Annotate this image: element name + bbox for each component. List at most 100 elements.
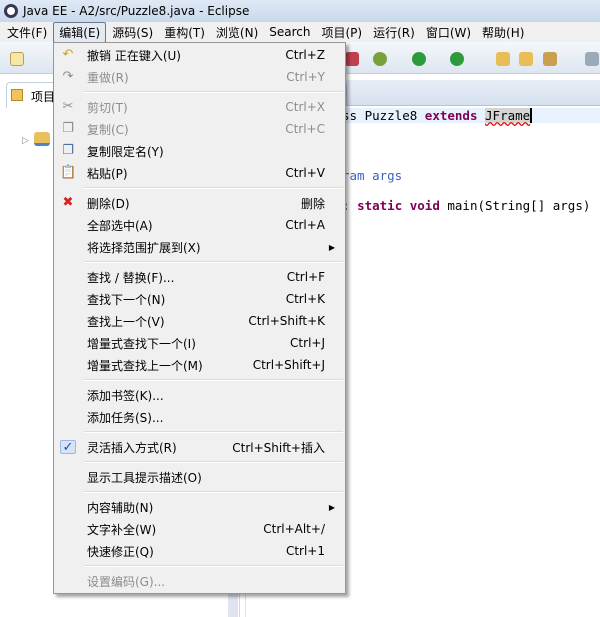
code-token: extends xyxy=(424,108,478,123)
menu-item[interactable]: 查找上一个(V) Ctrl+Shift+K xyxy=(54,310,345,332)
menu-item-shortcut: Ctrl+V xyxy=(285,166,325,180)
menu-item-label: 增量式查找下一个(I) xyxy=(87,336,196,351)
menu-item-shortcut: Ctrl+Shift+K xyxy=(248,314,325,328)
menu-item[interactable]: 📋 粘贴(P) Ctrl+V xyxy=(54,162,345,184)
menu-item[interactable]: ↷ 重做(R) Ctrl+Y xyxy=(54,66,345,88)
redo-icon: ↷ xyxy=(62,69,74,84)
menu-item-label: 快速修正(Q) xyxy=(87,544,154,559)
run-icon[interactable] xyxy=(412,52,426,66)
menu-item[interactable]: ❐ 复制(C) Ctrl+C xyxy=(54,118,345,140)
menu-3[interactable]: 重构(T) xyxy=(159,23,210,42)
code-token: ss Puzzle8 xyxy=(342,108,425,123)
menu-item[interactable]: 查找下一个(N) Ctrl+K xyxy=(54,288,345,310)
undo-icon: ↶ xyxy=(62,47,74,62)
menu-item[interactable]: ✓ 灵活插入方式(R) Ctrl+Shift+插入 xyxy=(54,436,345,458)
menu-item[interactable]: 内容辅助(N) ▶ xyxy=(54,496,345,518)
eclipse-logo-icon xyxy=(4,4,18,18)
menu-item-label: 查找 / 替换(F)... xyxy=(87,270,175,285)
menu-item[interactable]: 添加任务(S)... xyxy=(54,406,345,428)
search-tool-icon[interactable] xyxy=(543,52,557,66)
delete-icon: ✖ xyxy=(62,195,74,210)
menu-item-shortcut: Ctrl+Z xyxy=(285,48,325,62)
menu-item-shortcut: 删除 xyxy=(300,196,325,211)
toolbar-icon[interactable] xyxy=(345,52,359,66)
menu-separator xyxy=(54,428,345,436)
menu-separator xyxy=(54,184,345,192)
submenu-arrow-icon: ▶ xyxy=(328,502,335,512)
menu-item-shortcut: Ctrl+X xyxy=(285,100,325,114)
menu-2[interactable]: 源码(S) xyxy=(107,23,158,42)
menu-item-shortcut: Ctrl+Y xyxy=(286,70,325,84)
menu-bar: 文件(F) 编辑(E) 源码(S) 重构(T) 浏览(N) Search 项目(P) 运行(R… xyxy=(0,21,600,43)
menu-item[interactable]: ❐ 复制限定名(Y) xyxy=(54,140,345,162)
menu-item[interactable]: 将选择范围扩展到(X) ▶ xyxy=(54,236,345,258)
new-icon[interactable] xyxy=(10,52,24,66)
menu-6[interactable]: 项目(P) xyxy=(317,23,368,42)
menu-item-label: 内容辅助(N) xyxy=(87,500,154,515)
edit-menu-dropdown: ↶ 撤销 正在键入(U) Ctrl+Z ↷ 重做(R) Ctrl+Y ✂ 剪切(T) Ctrl+… xyxy=(53,42,346,594)
menu-item[interactable]: 全部选中(A) Ctrl+A xyxy=(54,214,345,236)
menu-item[interactable]: 增量式查找下一个(I) Ctrl+J xyxy=(54,332,345,354)
menu-item-shortcut: Ctrl+J xyxy=(290,336,325,350)
code-token: static void xyxy=(357,198,440,213)
copy-icon: ❐ xyxy=(62,121,74,136)
expand-arrow-icon[interactable]: ▷ xyxy=(22,136,29,146)
menu-item[interactable]: ↶ 撤销 正在键入(U) Ctrl+Z xyxy=(54,44,345,66)
menu-item-label: 全部选中(A) xyxy=(87,218,153,233)
menu-item-label: 设置编码(G)... xyxy=(87,574,166,589)
menu-8[interactable]: 窗口(W) xyxy=(421,23,476,42)
menu-separator xyxy=(54,488,345,496)
folder-icon xyxy=(11,89,23,101)
checkmark-icon: ✓ xyxy=(60,440,76,455)
menu-item[interactable]: ✖ 删除(D) 删除 xyxy=(54,192,345,214)
menu-item[interactable]: 增量式查找上一个(M) Ctrl+Shift+J xyxy=(54,354,345,376)
menu-item[interactable]: 设置编码(G)... xyxy=(54,570,345,592)
menu-item[interactable]: 显示工具提示描述(O) xyxy=(54,466,345,488)
menu-item-shortcut: Ctrl+Alt+/ xyxy=(263,522,325,536)
menu-separator xyxy=(54,88,345,96)
menu-separator xyxy=(54,258,345,266)
menu-1[interactable]: 编辑(E) xyxy=(53,21,107,43)
open-task-icon[interactable] xyxy=(519,52,533,66)
tab-label: 项目 xyxy=(31,90,56,104)
run-external-icon[interactable] xyxy=(450,52,464,66)
menu-item-shortcut: Ctrl+C xyxy=(285,122,325,136)
code-token: main(String[] args) xyxy=(439,198,591,213)
menu-item-label: 删除(D) xyxy=(87,196,130,211)
menu-separator xyxy=(54,458,345,466)
menu-item-label: 撤销 正在键入(U) xyxy=(87,48,181,63)
menu-separator xyxy=(54,562,345,570)
debug-icon[interactable] xyxy=(373,52,387,66)
menu-item-shortcut: Ctrl+K xyxy=(285,292,325,306)
menu-item[interactable]: 查找 / 替换(F)... Ctrl+F xyxy=(54,266,345,288)
menu-item[interactable]: 文字补全(W) Ctrl+Alt+/ xyxy=(54,518,345,540)
menu-item[interactable]: 添加书签(K)... xyxy=(54,384,345,406)
menu-item-label: 粘贴(P) xyxy=(87,166,128,181)
menu-7[interactable]: 运行(R) xyxy=(368,23,420,42)
code-line: ram args xyxy=(342,168,402,183)
menu-4[interactable]: 浏览(N) xyxy=(211,23,263,42)
code-line: : static void main(String[] args) xyxy=(342,198,590,213)
open-type-icon[interactable] xyxy=(496,52,510,66)
menu-item-label: 复制限定名(Y) xyxy=(87,144,164,159)
menu-item-shortcut: Ctrl+1 xyxy=(285,544,325,558)
window-title: Java EE - A2/src/Puzzle8.java - Eclipse xyxy=(23,4,250,18)
menu-item-label: 增量式查找上一个(M) xyxy=(87,358,203,373)
title-bar: Java EE - A2/src/Puzzle8.java - Eclipse xyxy=(0,0,600,22)
menu-item-label: 添加任务(S)... xyxy=(87,410,164,425)
menu-0[interactable]: 文件(F) xyxy=(2,23,52,42)
menu-item-label: 复制(C) xyxy=(87,122,129,137)
menu-item-shortcut: Ctrl+Shift+J xyxy=(252,358,325,372)
perspective-icon[interactable] xyxy=(585,52,599,66)
menu-5[interactable]: Search xyxy=(264,24,315,40)
menu-item-label: 查找上一个(V) xyxy=(87,314,165,329)
project-icon[interactable] xyxy=(34,132,50,146)
menu-item-shortcut: Ctrl+F xyxy=(286,270,325,284)
paste-icon: 📋 xyxy=(60,165,77,180)
menu-9[interactable]: 帮助(H) xyxy=(477,23,529,42)
menu-item[interactable]: 快速修正(Q) Ctrl+1 xyxy=(54,540,345,562)
cut-icon: ✂ xyxy=(62,99,74,114)
menu-item-label: 添加书签(K)... xyxy=(87,388,164,403)
menu-item[interactable]: ✂ 剪切(T) Ctrl+X xyxy=(54,96,345,118)
